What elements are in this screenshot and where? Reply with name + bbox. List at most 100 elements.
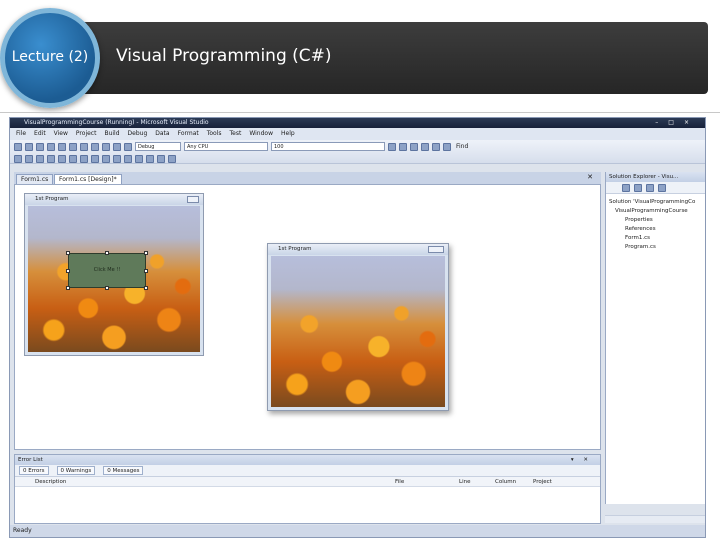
column-description[interactable]: Description: [15, 477, 395, 486]
window-controls[interactable]: –□×: [655, 118, 699, 128]
platform-combo[interactable]: Any CPU: [184, 142, 268, 151]
design-form-title: 1st Program: [35, 196, 69, 202]
running-form-caption: 1st Program: [268, 244, 448, 255]
properties-icon[interactable]: [410, 142, 418, 151]
running-form[interactable]: 1st Program: [267, 243, 449, 411]
align-tops-icon[interactable]: [47, 154, 55, 163]
undo-icon[interactable]: [102, 142, 110, 151]
column-file[interactable]: File: [395, 477, 459, 486]
resize-handle[interactable]: [144, 286, 148, 290]
errors-filter-button[interactable]: 0 Errors: [19, 466, 49, 475]
new-project-icon[interactable]: [14, 142, 22, 151]
menu-file[interactable]: File: [16, 128, 26, 140]
open-icon[interactable]: [36, 142, 44, 151]
visual-studio-window: VisualProgrammingCourse (Running) - Micr…: [9, 117, 706, 538]
menu-data[interactable]: Data: [155, 128, 169, 140]
menu-tools[interactable]: Tools: [207, 128, 222, 140]
tree-item-references[interactable]: References: [609, 225, 704, 234]
find-combo[interactable]: 100: [271, 142, 385, 151]
align-lefts-icon[interactable]: [14, 154, 22, 163]
toolbox-icon[interactable]: [432, 142, 440, 151]
flower-background-image: [271, 256, 445, 407]
column-project[interactable]: Project: [533, 477, 583, 486]
align-middles-icon[interactable]: [58, 154, 66, 163]
tab-form1-code[interactable]: Form1.cs: [16, 174, 54, 184]
spacing-icon[interactable]: [124, 154, 132, 163]
error-list-title: Error List: [18, 457, 43, 463]
column-column[interactable]: Column: [495, 477, 533, 486]
save-all-icon[interactable]: [58, 142, 66, 151]
redo-icon[interactable]: [113, 142, 121, 151]
horizontal-scrollbar[interactable]: [605, 515, 705, 523]
column-line[interactable]: Line: [459, 477, 495, 486]
menu-window[interactable]: Window: [249, 128, 273, 140]
pin-close-icon[interactable]: ▾ ✕: [571, 455, 592, 465]
refresh-icon[interactable]: [646, 183, 654, 192]
object-browser-icon[interactable]: [421, 142, 429, 151]
find-in-files-icon[interactable]: [388, 142, 396, 151]
bring-to-front-icon[interactable]: [157, 154, 165, 163]
solution-explorer-icon[interactable]: [399, 142, 407, 151]
document-tabs: Form1.cs Form1.cs [Design]* ✕: [14, 172, 601, 184]
tree-item-properties[interactable]: Properties: [609, 216, 704, 225]
resize-handle[interactable]: [144, 269, 148, 273]
start-debug-icon[interactable]: [124, 142, 132, 151]
menu-build[interactable]: Build: [104, 128, 119, 140]
size-to-grid-icon[interactable]: [113, 154, 121, 163]
close-document-icon[interactable]: ✕: [587, 173, 593, 181]
warnings-filter-button[interactable]: 0 Warnings: [56, 466, 96, 475]
menu-edit[interactable]: Edit: [34, 128, 46, 140]
send-to-back-icon[interactable]: [168, 154, 176, 163]
resize-handle[interactable]: [66, 286, 70, 290]
design-form[interactable]: 1st Program Click Me !!: [24, 193, 204, 356]
status-bar: Ready: [10, 525, 705, 537]
align-bottoms-icon[interactable]: [69, 154, 77, 163]
close-icon[interactable]: [428, 246, 444, 253]
align-centers-icon[interactable]: [25, 154, 33, 163]
paste-icon[interactable]: [91, 142, 99, 151]
same-size-icon[interactable]: [102, 154, 110, 163]
tree-item-form1[interactable]: Form1.cs: [609, 234, 704, 243]
header-divider: [0, 112, 720, 113]
resize-handle[interactable]: [66, 269, 70, 273]
tree-item-project[interactable]: VisualProgrammingCourse: [609, 207, 704, 216]
tree-item-program[interactable]: Program.cs: [609, 243, 704, 252]
window-titlebar: VisualProgrammingCourse (Running) - Micr…: [10, 118, 705, 128]
menu-help[interactable]: Help: [281, 128, 295, 140]
toolbar: Debug Any CPU 100 Find: [10, 140, 705, 164]
tree-item-solution[interactable]: Solution 'VisualProgrammingCo: [609, 198, 704, 207]
same-width-icon[interactable]: [80, 154, 88, 163]
messages-filter-button[interactable]: 0 Messages: [103, 466, 144, 475]
config-combo[interactable]: Debug: [135, 142, 181, 151]
align-rights-icon[interactable]: [36, 154, 44, 163]
resize-handle[interactable]: [144, 251, 148, 255]
resize-handle[interactable]: [105, 251, 109, 255]
copy-icon[interactable]: [80, 142, 88, 151]
cut-icon[interactable]: [69, 142, 77, 151]
slide: Visual Programming (C#) Lecture (2) Visu…: [0, 0, 720, 540]
menu-project[interactable]: Project: [76, 128, 97, 140]
start-page-icon[interactable]: [443, 142, 451, 151]
save-icon[interactable]: [47, 142, 55, 151]
click-me-button[interactable]: Click Me !!: [68, 253, 146, 288]
toolbar-row-2: [14, 153, 176, 164]
solution-tree: Solution 'VisualProgrammingCo VisualProg…: [606, 194, 705, 256]
add-item-icon[interactable]: [25, 142, 33, 151]
show-all-files-icon[interactable]: [634, 183, 642, 192]
status-text: Ready: [13, 527, 32, 534]
view-code-icon[interactable]: [658, 183, 666, 192]
properties-icon[interactable]: [622, 183, 630, 192]
same-height-icon[interactable]: [91, 154, 99, 163]
menu-debug[interactable]: Debug: [128, 128, 148, 140]
menu-format[interactable]: Format: [178, 128, 199, 140]
menu-test[interactable]: Test: [230, 128, 242, 140]
menu-view[interactable]: View: [54, 128, 68, 140]
resize-handle[interactable]: [66, 251, 70, 255]
resize-handle[interactable]: [105, 286, 109, 290]
solution-explorer: Solution Explorer - Visu... Solution 'Vi…: [605, 172, 705, 504]
error-list-panel: Error List ▾ ✕ 0 Errors 0 Warnings 0 Mes…: [14, 454, 601, 524]
center-horizontally-icon[interactable]: [135, 154, 143, 163]
center-vertically-icon[interactable]: [146, 154, 154, 163]
tab-form1-design[interactable]: Form1.cs [Design]*: [54, 174, 122, 184]
close-icon[interactable]: [187, 196, 199, 203]
